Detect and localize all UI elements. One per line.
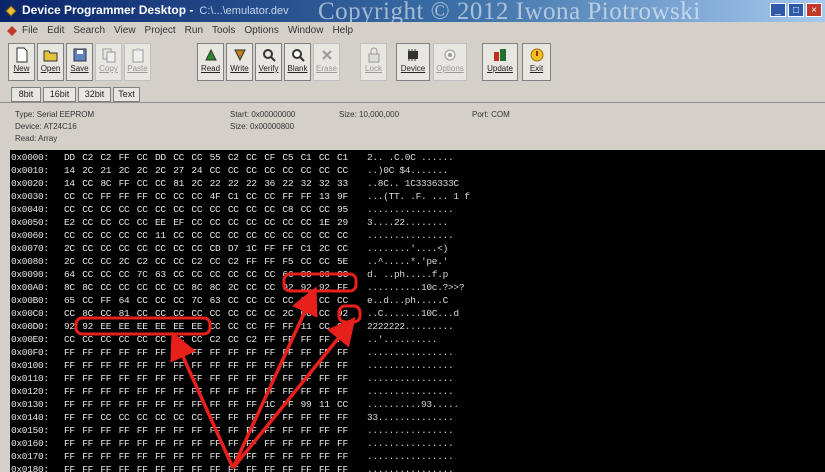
- arrow-to-upper-box: [231, 286, 318, 469]
- highlight-box-upper: [282, 272, 358, 293]
- annotation-overlay: [74, 272, 362, 470]
- highlight-box-row: [74, 316, 212, 336]
- arrow-to-row: [170, 331, 235, 469]
- arrow-to-small-box: [231, 316, 356, 470]
- highlight-box-small: [337, 304, 362, 324]
